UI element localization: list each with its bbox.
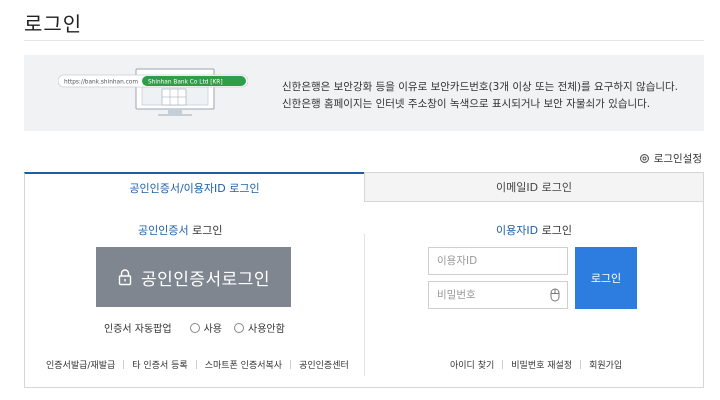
gear-icon: [639, 154, 649, 163]
mouse-icon[interactable]: [550, 288, 560, 302]
autopopup-use-radio[interactable]: 사용: [189, 320, 222, 335]
cert-login-title-highlight: 공인인증서: [138, 224, 189, 237]
link-separator: [580, 360, 582, 369]
link-smartphone-cert-copy[interactable]: 스마트폰 인증서복사: [205, 358, 282, 371]
autopopup-use-label: 사용: [203, 324, 222, 335]
notice-line-2: 신한은행 홈페이지는 인터넷 주소창이 녹색으로 표시되거나 보안 자물쇠가 있…: [282, 98, 651, 110]
id-links: 아이디 찾기 비밀번호 재설정 회원가입: [450, 358, 622, 371]
autopopup-label: 인증서 자동팝업: [104, 324, 172, 335]
cert-autopopup-setting: 인증서 자동팝업 사용 사용안함: [104, 320, 285, 335]
link-cert-center[interactable]: 공인인증센터: [299, 358, 349, 371]
login-settings-link[interactable]: 로그인설정: [639, 151, 702, 166]
illustration-url: https://bank.shinhan.com: [64, 80, 138, 86]
autopopup-nouse-radio[interactable]: 사용안함: [234, 320, 285, 335]
link-separator: [502, 360, 504, 369]
id-login-title-rest: 로그인: [538, 224, 572, 237]
user-id-input[interactable]: [428, 247, 568, 275]
tab-email-login[interactable]: 이메일ID 로그인: [364, 172, 704, 202]
title-divider: [24, 40, 704, 41]
lock-icon: [118, 269, 132, 286]
link-separator: [123, 360, 125, 369]
link-separator: [195, 360, 197, 369]
link-separator: [290, 360, 292, 369]
cert-login-button[interactable]: 공인인증서로그인: [96, 247, 291, 307]
login-button[interactable]: 로그인: [575, 247, 637, 309]
link-reset-password[interactable]: 비밀번호 재설정: [511, 358, 572, 371]
password-input[interactable]: [428, 281, 568, 309]
id-login-title-highlight: 이용자ID: [496, 224, 539, 237]
link-find-id[interactable]: 아이디 찾기: [450, 358, 494, 371]
link-other-cert-register[interactable]: 타 인증서 등록: [132, 358, 187, 371]
cert-links: 인증서발급/재발급 타 인증서 등록 스마트폰 인증서복사 공인인증센터: [46, 358, 349, 371]
link-cert-issue[interactable]: 인증서발급/재발급: [46, 358, 115, 371]
radio-circle-icon: [189, 322, 200, 333]
id-login-title: 이용자ID 로그인: [496, 222, 572, 238]
link-signup[interactable]: 회원가입: [589, 358, 622, 371]
page-title: 로그인: [24, 12, 83, 36]
autopopup-nouse-label: 사용안함: [248, 324, 285, 335]
cert-login-title-rest: 로그인: [188, 224, 223, 237]
browser-illustration: https://bank.shinhan.com Shinhan Bank Co…: [58, 68, 248, 116]
cert-login-title: 공인인증서 로그인: [138, 222, 222, 238]
tab-cert-id-login[interactable]: 공인인증서/이용자ID 로그인: [24, 172, 364, 202]
cert-login-button-label: 공인인증서로그인: [140, 269, 271, 290]
radio-circle-icon: [234, 322, 244, 333]
section-divider: [364, 234, 365, 376]
illustration-company: Shinhan Bank Co Ltd [KR]: [148, 80, 223, 86]
security-notice: https://bank.shinhan.com Shinhan Bank Co…: [24, 55, 704, 131]
notice-line-1: 신한은행은 보안강화 등을 이유로 보안카드번호(3개 이상 또는 전체)를 요…: [282, 81, 679, 93]
login-settings-label: 로그인설정: [653, 153, 702, 165]
